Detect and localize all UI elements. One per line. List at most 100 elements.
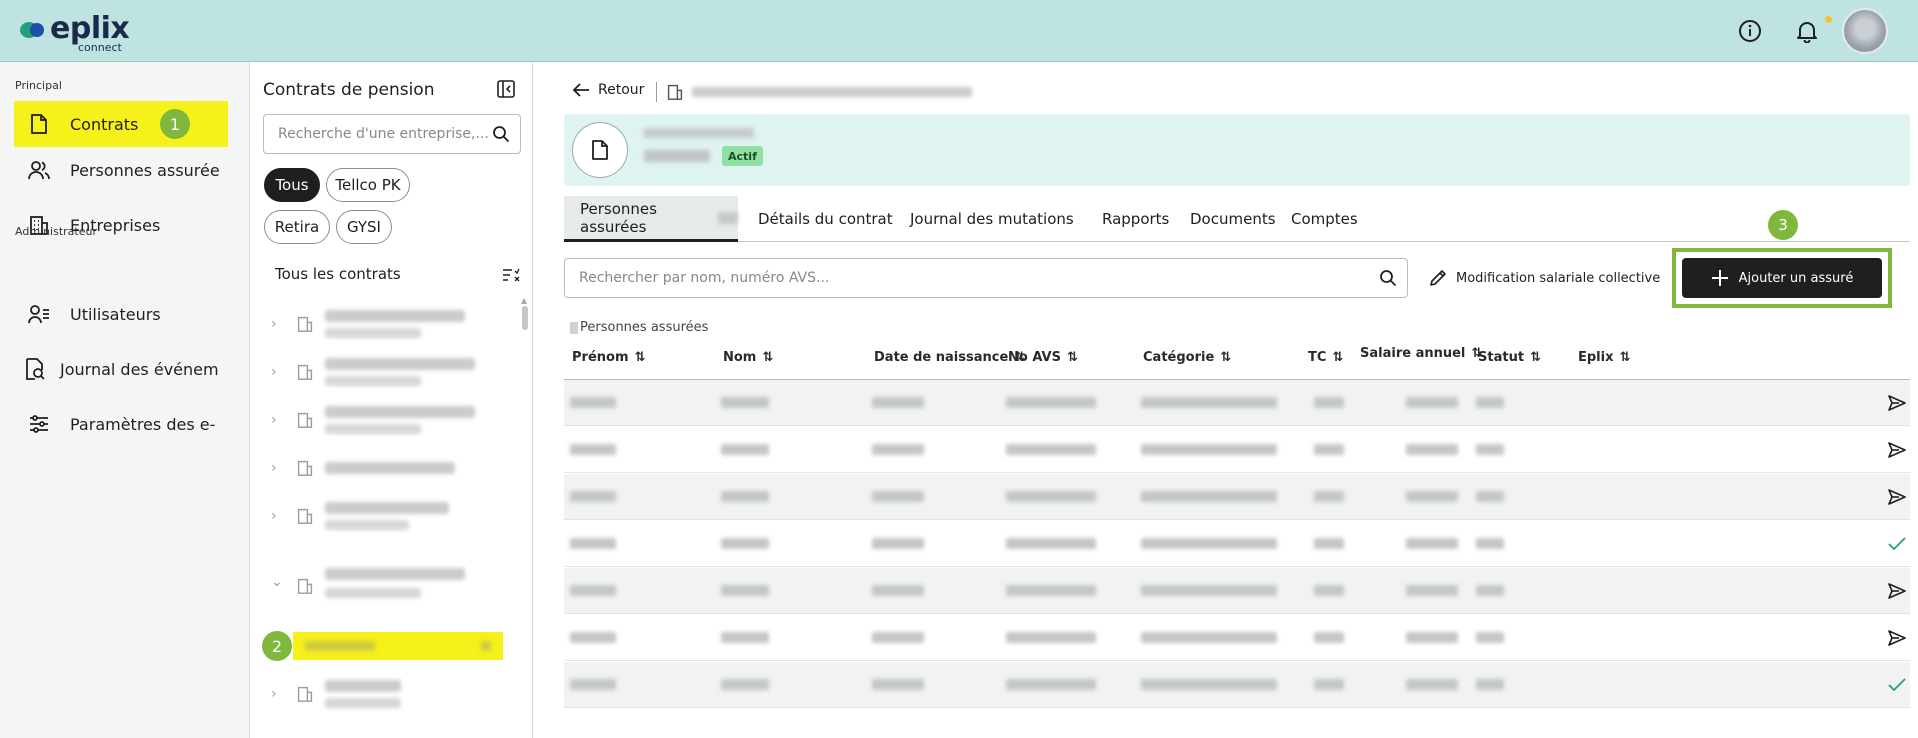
- column-header-date-naissance[interactable]: Date de naissance ⇅: [874, 350, 1025, 365]
- tab-rapports[interactable]: Rapports: [1102, 196, 1169, 242]
- sidebar-item-parametres[interactable]: Paramètres des e-: [14, 401, 228, 447]
- sort-icon: ⇅: [1619, 350, 1631, 365]
- filter-chip-retira[interactable]: Retira: [264, 210, 330, 244]
- table-row[interactable]: [564, 380, 1910, 426]
- table-row[interactable]: [564, 662, 1910, 708]
- tab-journal-mutations[interactable]: Journal des mutations: [910, 196, 1074, 242]
- blurred-contract-id: [644, 150, 710, 162]
- contract-tree-row[interactable]: ›: [251, 496, 521, 540]
- chevron-right-icon: ›: [271, 364, 277, 380]
- column-header-nom[interactable]: Nom ⇅: [723, 350, 773, 365]
- table-section-label: Personnes assurées: [570, 320, 708, 335]
- arrow-left-icon: [572, 83, 589, 97]
- tab-documents[interactable]: Documents: [1190, 196, 1276, 242]
- column-header-eplix[interactable]: Eplix ⇅: [1578, 350, 1630, 365]
- info-icon[interactable]: [1737, 18, 1763, 44]
- step-badge-3: 3: [1768, 210, 1798, 240]
- contract-tree-row[interactable]: ›: [251, 400, 521, 444]
- collapse-panel-icon[interactable]: [497, 80, 517, 100]
- bell-icon[interactable]: [1794, 18, 1820, 44]
- scroll-up-arrow[interactable]: ▲: [521, 296, 527, 305]
- blurred-cell: [1006, 679, 1096, 690]
- add-insured-button[interactable]: Ajouter un assuré: [1682, 258, 1882, 298]
- sort-icon: ⇅: [1332, 350, 1344, 365]
- check-icon: [1886, 533, 1908, 555]
- user-avatar[interactable]: [1842, 8, 1888, 54]
- contract-tree-row-expanded[interactable]: ⌄: [251, 566, 521, 610]
- blurred-cell: [872, 397, 924, 408]
- blurred-cell: [570, 491, 616, 502]
- filter-chip-tous[interactable]: Tous: [264, 168, 320, 202]
- blurred-contract-name: [325, 568, 465, 580]
- column-header-no-avs[interactable]: No AVS ⇅: [1008, 350, 1078, 365]
- blurred-cell: [1476, 491, 1504, 502]
- contracts-panel-title: Contrats de pension: [263, 80, 435, 100]
- sidebar-item-utilisateurs[interactable]: Utilisateurs: [14, 291, 228, 337]
- send-icon[interactable]: [1886, 486, 1908, 508]
- blurred-cell: [1406, 632, 1458, 643]
- sidebar-item-personnes-assurees[interactable]: Personnes assurée: [14, 147, 228, 193]
- plus-icon: [1711, 270, 1728, 286]
- insured-search-input[interactable]: Rechercher par nom, numéro AVS...: [564, 258, 1408, 298]
- breadcrumb[interactable]: [692, 87, 972, 97]
- collective-salary-button[interactable]: Modification salariale collective: [1428, 268, 1660, 288]
- blurred-contract-name: [325, 358, 475, 370]
- table-row[interactable]: [564, 427, 1910, 473]
- chevron-right-icon: ›: [271, 686, 277, 702]
- main-sidebar: Principal Contrats 1 Personnes assurée E…: [0, 62, 250, 738]
- table-row[interactable]: [564, 521, 1910, 567]
- blurred-cell: [570, 632, 616, 643]
- blurred-cell: [721, 632, 769, 643]
- contract-tree-row[interactable]: ›: [251, 448, 521, 492]
- blurred-cell: [570, 538, 616, 549]
- column-header-prenom[interactable]: Prénom ⇅: [572, 350, 645, 365]
- table-row[interactable]: [564, 474, 1910, 520]
- users-list-icon: [28, 303, 50, 325]
- eplix-logo[interactable]: eplix connect: [20, 14, 130, 53]
- tab-comptes[interactable]: Comptes: [1291, 196, 1358, 242]
- sidebar-item-contrats[interactable]: Contrats: [14, 101, 228, 147]
- blurred-contract-name: [325, 462, 455, 474]
- column-header-tc[interactable]: TC ⇅: [1308, 350, 1343, 365]
- filter-chip-gysi[interactable]: GYSI: [336, 210, 392, 244]
- blurred-cell: [1476, 632, 1504, 643]
- blurred-cell: [721, 491, 769, 502]
- pencil-icon: [1430, 270, 1446, 286]
- column-header-categorie[interactable]: Catégorie ⇅: [1143, 350, 1231, 365]
- send-icon[interactable]: [1886, 439, 1908, 461]
- main-content: Retour Actif Personnes assurées Détails …: [534, 62, 1918, 738]
- sidebar-item-journal[interactable]: Journal des événem: [14, 346, 228, 392]
- tab-details-contrat[interactable]: Détails du contrat: [758, 196, 893, 242]
- blurred-cell: [570, 397, 616, 408]
- contract-tree-row[interactable]: ›: [251, 352, 521, 396]
- table-row[interactable]: [564, 615, 1910, 661]
- back-button[interactable]: Retour: [572, 82, 644, 98]
- contract-search-input[interactable]: Recherche d'une entreprise,...: [263, 114, 521, 154]
- blurred-cell: [1406, 538, 1458, 549]
- blurred-cell: [721, 679, 769, 690]
- table-row[interactable]: [564, 568, 1910, 614]
- sort-list-icon[interactable]: [502, 267, 520, 286]
- building-icon: [667, 84, 683, 104]
- log-icon: [24, 358, 46, 380]
- tab-personnes-assurees[interactable]: Personnes assurées: [564, 196, 738, 242]
- column-header-salaire-annuel[interactable]: Salaire annuel ⇅: [1360, 346, 1482, 361]
- sidebar-item-label: Personnes assurée: [70, 160, 220, 180]
- send-icon[interactable]: [1886, 627, 1908, 649]
- blurred-cell: [1476, 679, 1504, 690]
- all-contracts-heading: Tous les contrats: [275, 265, 401, 283]
- contract-tree-row[interactable]: ›: [251, 304, 521, 348]
- column-header-statut[interactable]: Statut ⇅: [1478, 350, 1541, 365]
- blurred-contract-number: [325, 520, 409, 530]
- send-icon[interactable]: [1886, 392, 1908, 414]
- selected-contract-subitem[interactable]: [293, 632, 503, 660]
- blurred-cell: [1141, 444, 1277, 455]
- sidebar-item-label: Journal des événem: [60, 359, 219, 379]
- blurred-cell: [1406, 679, 1458, 690]
- filter-chip-tellco[interactable]: Tellco PK: [326, 168, 410, 202]
- send-icon[interactable]: [1886, 580, 1908, 602]
- contract-tree-row[interactable]: ›: [251, 674, 521, 718]
- contracts-scrollbar[interactable]: [522, 306, 528, 330]
- sidebar-section-administrateur: Administrateur: [15, 225, 97, 238]
- chevron-right-icon: ›: [271, 460, 277, 476]
